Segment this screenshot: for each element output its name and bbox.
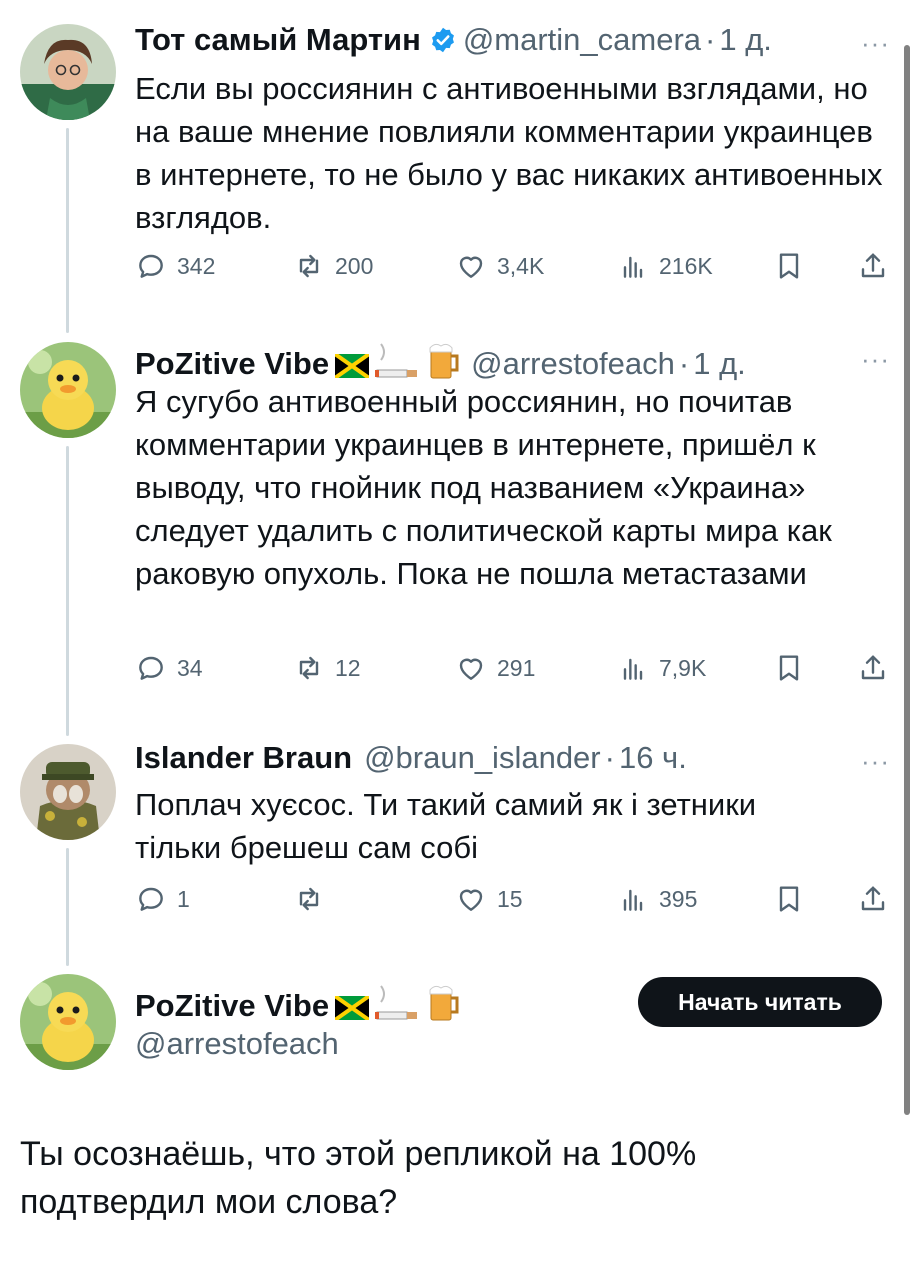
share-button[interactable] [857,250,889,282]
repost-icon [299,254,319,278]
tweet-text: Я сугубо антивоенный россиянин, но почит… [135,384,832,591]
jamaica-flag-icon [335,346,370,382]
repost-icon [299,887,319,911]
views-count: 395 [659,885,698,912]
heart-icon [459,658,483,680]
views-button[interactable]: 7,9K [617,652,706,684]
like-count: 291 [497,654,536,681]
tweet-text: Поплач хуєсос. Ти такий самий як і зетни… [135,787,757,865]
bookmark-icon [779,886,799,912]
views-button[interactable]: 395 [617,883,697,915]
reply-icon [139,887,163,911]
bookmark-button[interactable] [773,652,805,684]
tweet-text: Если вы россиянин с антивоенными взгляда… [135,71,883,235]
author-handle[interactable]: @arrestofeach [135,1026,339,1062]
timestamp[interactable]: 1 д. [693,346,746,382]
repost-icon [299,656,319,680]
repost-button[interactable] [293,883,335,915]
heart-icon [459,889,483,911]
timestamp[interactable]: 16 ч. [619,740,687,776]
avatar[interactable] [20,744,116,840]
repost-count: 200 [335,252,374,279]
bookmark-button[interactable] [773,250,805,282]
more-options-icon[interactable]: ··· [861,746,890,777]
reply-button[interactable]: 1 [135,883,190,915]
thread-line [66,848,69,966]
follow-button[interactable]: Начать читать [638,977,882,1027]
bookmark-icon [779,253,799,279]
like-button[interactable]: 291 [455,652,535,684]
reply-count: 342 [177,252,216,279]
author-name[interactable]: Тот самый Мартин [135,22,421,58]
thread-line [66,446,69,736]
bookmark-icon [779,655,799,681]
like-count: 3,4K [497,252,545,279]
beer-mug-icon [427,982,461,1030]
avatar[interactable] [20,24,116,120]
tweet-text: Ты осознаёшь, что этой репликой на 100% … [20,1135,697,1221]
cigarette-icon [375,982,421,1030]
more-options-icon[interactable]: ··· [861,28,890,59]
reply-icon [139,656,163,680]
like-count: 15 [497,885,523,912]
more-options-icon[interactable]: ··· [861,344,890,375]
reply-icon [139,254,163,278]
share-button[interactable] [857,883,889,915]
like-button[interactable]: 15 [455,883,523,915]
views-button[interactable]: 216K [617,250,713,282]
reply-count: 34 [177,654,203,681]
avatar[interactable] [20,342,116,438]
author-name[interactable]: PoZitive Vibe [135,346,329,382]
share-icon [861,886,885,911]
separator-dot: · [604,740,615,775]
views-chart-icon [623,889,643,911]
views-chart-icon [623,658,643,680]
bookmark-button[interactable] [773,883,805,915]
tweet[interactable]: Тот самый Мартин @martin_camera · 1 д. ·… [0,0,912,320]
views-count: 216K [659,252,713,279]
author-handle[interactable]: @martin_camera [463,22,701,58]
author-name[interactable]: Islander Braun [135,740,352,776]
views-count: 7,9K [659,654,707,681]
reply-button[interactable]: 34 [135,652,203,684]
separator-dot: · [678,346,690,381]
share-icon [861,253,885,278]
timestamp[interactable]: 1 д. [719,22,772,58]
author-handle[interactable]: @braun_islander [364,740,601,776]
separator-dot: · [705,22,716,57]
repost-button[interactable]: 12 [293,652,361,684]
avatar[interactable] [20,974,116,1070]
share-button[interactable] [857,652,889,684]
reply-button[interactable]: 342 [135,250,215,282]
verified-badge-icon [431,27,454,53]
repost-button[interactable]: 200 [293,250,373,282]
views-chart-icon [623,256,643,278]
share-icon [861,655,885,680]
author-handle[interactable]: @arrestofeach [471,346,675,382]
reply-count: 1 [177,885,190,912]
like-button[interactable]: 3,4K [455,250,544,282]
repost-count: 12 [335,654,361,681]
heart-icon [459,256,483,278]
author-name[interactable]: PoZitive Vibe [135,988,329,1024]
jamaica-flag-icon [335,988,370,1024]
